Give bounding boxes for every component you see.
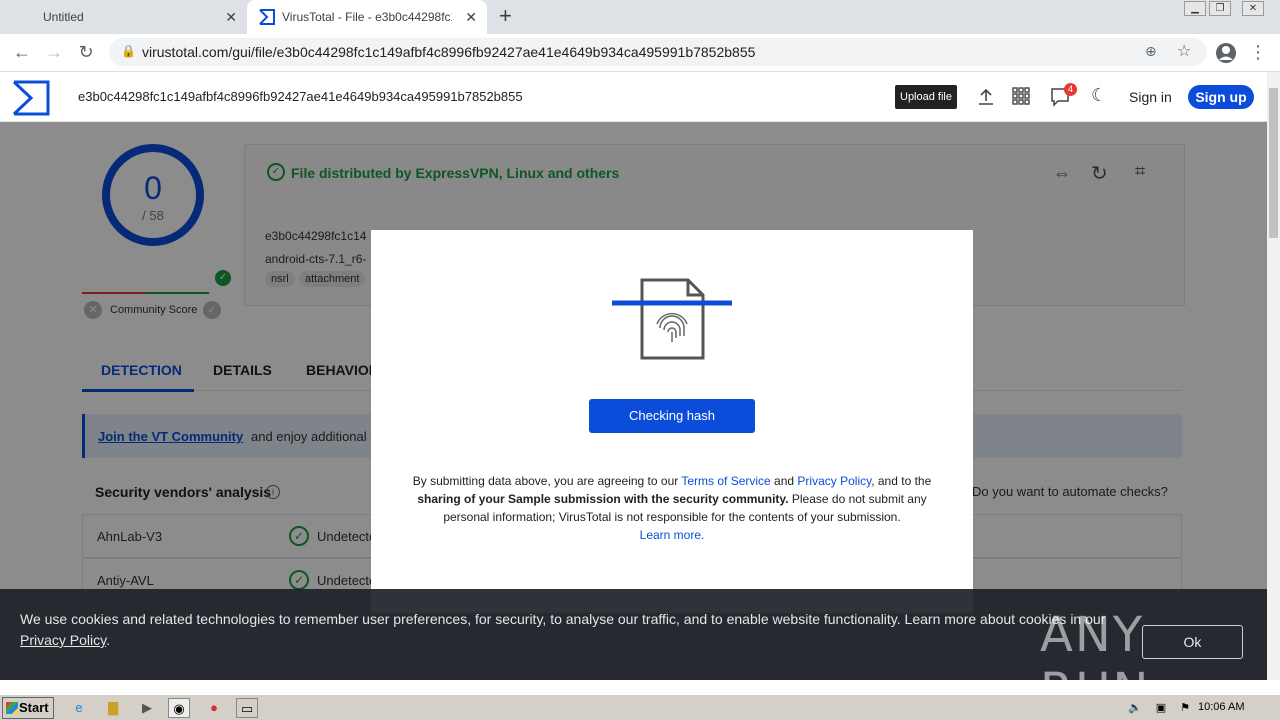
add-icon[interactable]: ⊕ (1145, 43, 1157, 60)
browser-toolbar: ← → ↻ 🔒 virustotal.com/gui/file/e3b0c442… (0, 34, 1280, 72)
start-button[interactable]: Start (2, 697, 54, 719)
tab-virustotal[interactable]: VirusTotal - File - e3b0c44298fc1c14 ✕ (247, 0, 487, 34)
start-label: Start (19, 700, 49, 715)
menu-kebab-icon[interactable]: ⋮ (1246, 42, 1270, 63)
signin-link[interactable]: Sign in (1129, 89, 1172, 105)
checking-hash-button[interactable]: Checking hash (589, 399, 755, 433)
chrome-taskbar-icon[interactable]: ◉ (168, 698, 190, 718)
page-scrollbar[interactable] (1267, 72, 1280, 680)
network-icon[interactable]: ▣ (1150, 698, 1172, 718)
cookie-text: We use cookies and related technologies … (20, 609, 1120, 651)
volume-icon[interactable]: 🔈 (1124, 698, 1146, 718)
cookie-privacy-link[interactable]: Privacy Policy (20, 632, 106, 648)
upload-tooltip: Upload file (895, 85, 957, 109)
address-bar[interactable]: 🔒 virustotal.com/gui/file/e3b0c44298fc1c… (109, 38, 1207, 66)
terms-text: By submitting data above, you are agreei… (411, 472, 933, 544)
flag-icon[interactable]: ⚑ (1174, 698, 1196, 718)
terms-text-bold: sharing of your Sample submission with t… (417, 492, 789, 506)
notification-badge: 4 (1064, 83, 1077, 96)
windows-taskbar: Start e ▇ ▶ ◉ ● ▭ 🔈 ▣ ⚑ 10:06 AM (0, 694, 1280, 720)
search-hash-text[interactable]: e3b0c44298fc1c149afbf4c8996fb92427ae41e4… (78, 89, 523, 104)
folder-icon[interactable]: ▇ (102, 698, 124, 718)
dark-mode-moon-icon[interactable]: ☾ (1091, 85, 1107, 106)
url-text: virustotal.com/gui/file/e3b0c44298fc1c14… (142, 44, 756, 60)
terms-text-part: By submitting data above, you are agreei… (412, 474, 682, 488)
virustotal-favicon-icon (259, 9, 275, 25)
terms-text-part: , and to the (871, 474, 932, 488)
learn-more-link[interactable]: Learn more. (640, 528, 705, 542)
close-window-button[interactable]: ✕ (1242, 1, 1264, 16)
lock-icon: 🔒 (121, 44, 136, 58)
cookie-text-part: . (106, 632, 110, 648)
windows-logo-icon (6, 702, 18, 714)
scrollbar-thumb[interactable] (1269, 88, 1278, 238)
reload-icon[interactable]: ↻ (74, 42, 98, 63)
clock: 10:06 AM (1198, 701, 1245, 713)
tab-title: Untitled (43, 10, 84, 24)
apps-grid-icon[interactable] (1012, 87, 1030, 105)
vt-header: e3b0c44298fc1c149afbf4c8996fb92427ae41e4… (0, 72, 1267, 122)
opera-icon[interactable]: ● (203, 698, 225, 718)
close-tab-icon[interactable]: ✕ (225, 9, 237, 26)
tab-untitled[interactable]: Untitled ✕ (0, 0, 247, 34)
forward-icon[interactable]: → (42, 42, 66, 63)
new-tab-button[interactable]: + (499, 5, 512, 27)
upload-modal: Checking hash By submitting data above, … (371, 230, 973, 613)
signup-button[interactable]: Sign up (1188, 85, 1254, 109)
cookie-text-part: We use cookies and related technologies … (20, 611, 1106, 627)
media-player-icon[interactable]: ▶ (136, 698, 158, 718)
terms-of-service-link[interactable]: Terms of Service (681, 474, 770, 488)
browser-tab-bar: Untitled ✕ VirusTotal - File - e3b0c4429… (0, 0, 1280, 34)
tab-title: VirusTotal - File - e3b0c44298fc1c14 (282, 10, 452, 24)
terms-text-part: and (770, 474, 798, 488)
restore-window-button[interactable]: ❐ (1209, 1, 1231, 16)
cookie-banner: We use cookies and related technologies … (0, 589, 1267, 719)
close-tab-icon[interactable]: ✕ (465, 9, 477, 26)
ie-icon[interactable]: e (68, 698, 90, 718)
back-icon[interactable]: ← (10, 42, 34, 63)
minimize-window-button[interactable]: ▁ (1184, 1, 1206, 16)
privacy-policy-link[interactable]: Privacy Policy (797, 474, 871, 488)
upload-icon[interactable] (976, 87, 996, 107)
bookmark-star-icon[interactable]: ☆ (1177, 41, 1191, 61)
window-taskbar-icon[interactable]: ▭ (236, 698, 258, 718)
fingerprint-file-icon (612, 278, 732, 360)
profile-icon[interactable] (1215, 42, 1237, 64)
virustotal-logo-icon[interactable] (12, 80, 50, 116)
